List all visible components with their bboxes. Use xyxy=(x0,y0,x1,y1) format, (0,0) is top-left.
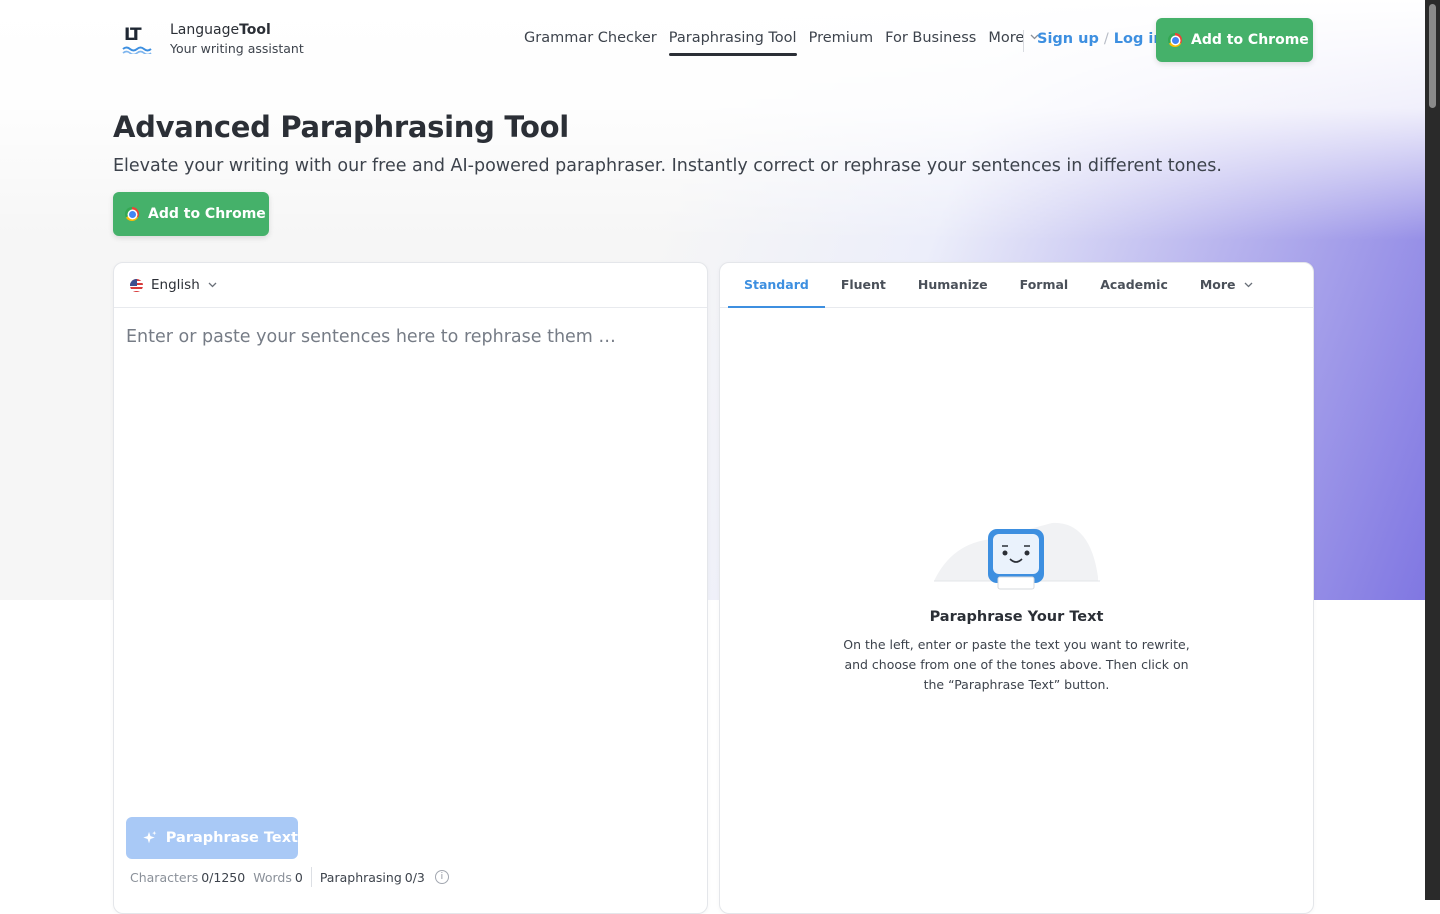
add-to-chrome-hero-label: Add to Chrome xyxy=(148,206,266,222)
tab-standard[interactable]: Standard xyxy=(728,263,825,308)
output-panel: Standard Fluent Humanize Formal Academic… xyxy=(719,262,1314,914)
words-value: 0 xyxy=(294,869,303,885)
empty-state-title: Paraphrase Your Text xyxy=(929,609,1104,625)
words-label: Words xyxy=(253,869,292,885)
input-panel-header: English xyxy=(114,263,707,308)
page-scrollbar[interactable] xyxy=(1425,0,1440,900)
logo-tagline: Your writing assistant xyxy=(170,41,304,56)
tone-tabs-header: Standard Fluent Humanize Formal Academic… xyxy=(720,263,1313,308)
nav-divider xyxy=(1023,30,1024,52)
stats-divider xyxy=(310,867,312,887)
logo[interactable]: LT LanguageTool Your writing assistant xyxy=(118,22,304,60)
characters-label: Characters xyxy=(130,869,199,885)
nav-more-label: More xyxy=(988,30,1025,46)
sparkle-icon xyxy=(143,830,157,844)
text-input[interactable]: Enter or paste your sentences here to re… xyxy=(126,327,616,347)
tab-humanize[interactable]: Humanize xyxy=(902,263,1004,307)
empty-state-text: On the left, enter or paste the text you… xyxy=(843,637,1190,692)
chrome-icon xyxy=(1168,33,1182,47)
language-label: English xyxy=(151,277,200,293)
nav-premium[interactable]: Premium xyxy=(809,30,874,56)
text-stats: Characters 0/1250 Words 0 Paraphrasing 0… xyxy=(130,867,449,887)
auth-separator: / xyxy=(1103,31,1109,47)
chrome-icon xyxy=(125,207,139,221)
chevron-down-icon xyxy=(208,282,217,288)
robot-illustration-icon xyxy=(932,519,1102,591)
tab-formal[interactable]: Formal xyxy=(1004,263,1085,307)
auth-links: Sign up / Log in xyxy=(1037,31,1164,47)
language-selector[interactable]: English xyxy=(130,277,217,293)
input-panel: English Enter or paste your sentences he… xyxy=(113,262,708,914)
add-to-chrome-header-button[interactable]: Add to Chrome xyxy=(1156,18,1313,62)
paraphrase-button[interactable]: Paraphrase Text xyxy=(126,817,298,859)
nav-paraphrasing-tool[interactable]: Paraphrasing Tool xyxy=(668,30,797,56)
characters-value: 0/1250 xyxy=(201,869,246,885)
tab-fluent[interactable]: Fluent xyxy=(825,263,902,307)
paraphrase-button-label: Paraphrase Text xyxy=(165,830,298,846)
page-subtitle: Elevate your writing with our free and A… xyxy=(113,156,1222,176)
nav-for-business[interactable]: For Business xyxy=(885,30,976,56)
add-to-chrome-hero-button[interactable]: Add to Chrome xyxy=(113,192,269,236)
site-header: LT LanguageTool Your writing assistant G… xyxy=(0,0,1425,80)
hero: Advanced Paraphrasing Tool Elevate your … xyxy=(113,110,1222,176)
us-flag-icon xyxy=(130,278,143,292)
page-title: Advanced Paraphrasing Tool xyxy=(113,110,569,144)
add-to-chrome-header-label: Add to Chrome xyxy=(1191,32,1309,48)
tab-more-label: More xyxy=(1199,277,1236,292)
nav-grammar-checker[interactable]: Grammar Checker xyxy=(524,30,657,56)
scrollbar-thumb[interactable] xyxy=(1429,4,1436,108)
info-icon[interactable]: i xyxy=(434,870,449,884)
main-nav: Grammar Checker Paraphrasing Tool Premiu… xyxy=(524,30,1039,56)
languagetool-logo-icon: LT xyxy=(118,22,156,60)
tab-academic[interactable]: Academic xyxy=(1084,263,1184,307)
nav-more[interactable]: More xyxy=(988,30,1039,56)
paraphrasing-label: Paraphrasing xyxy=(319,869,402,885)
chevron-down-icon xyxy=(1244,282,1252,288)
paraphrasing-value: 0/3 xyxy=(404,869,425,885)
tone-tabs: Standard Fluent Humanize Formal Academic… xyxy=(728,263,1269,308)
signup-link[interactable]: Sign up xyxy=(1037,31,1099,47)
empty-state: Paraphrase Your Text On the left, enter … xyxy=(720,519,1313,695)
tab-more[interactable]: More xyxy=(1184,263,1269,307)
logo-name: LanguageTool xyxy=(170,22,271,38)
